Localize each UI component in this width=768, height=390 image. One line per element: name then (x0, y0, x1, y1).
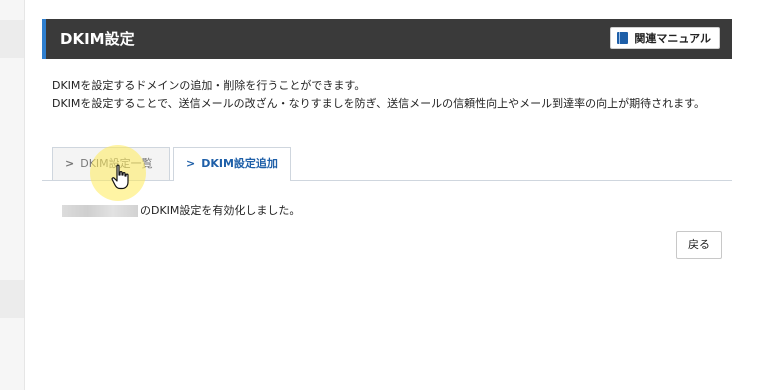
back-button[interactable]: 戻る (676, 231, 722, 259)
status-message: のDKIM設定を有効化しました。 (62, 203, 300, 219)
left-sidebar-edge (0, 0, 25, 390)
redacted-domain (62, 205, 138, 217)
status-message-text: のDKIM設定を有効化しました。 (140, 204, 301, 217)
hand-pointer-icon (111, 164, 129, 190)
chevron-right-icon: > (65, 157, 75, 170)
sidebar-item-partial[interactable] (0, 20, 24, 58)
tab-dkim-add[interactable]: > DKIM設定追加 (173, 147, 291, 181)
chevron-right-icon: > (186, 157, 196, 170)
panel-header: DKIM設定 関連マニュアル (42, 19, 732, 59)
description: DKIMを設定するドメインの追加・削除を行うことができます。 DKIMを設定する… (52, 77, 742, 113)
tab-dkim-add-label: DKIM設定追加 (201, 157, 278, 170)
page-title: DKIM設定 (60, 30, 135, 48)
description-line-1: DKIMを設定するドメインの追加・削除を行うことができます。 (52, 79, 366, 92)
description-line-2: DKIMを設定することで、送信メールの改ざん・なりすましを防ぎ、送信メールの信頼… (52, 97, 705, 110)
related-manual-button[interactable]: 関連マニュアル (610, 27, 720, 49)
sidebar-item-partial[interactable] (0, 280, 24, 318)
book-icon (617, 32, 629, 44)
related-manual-label: 関連マニュアル (634, 32, 711, 45)
